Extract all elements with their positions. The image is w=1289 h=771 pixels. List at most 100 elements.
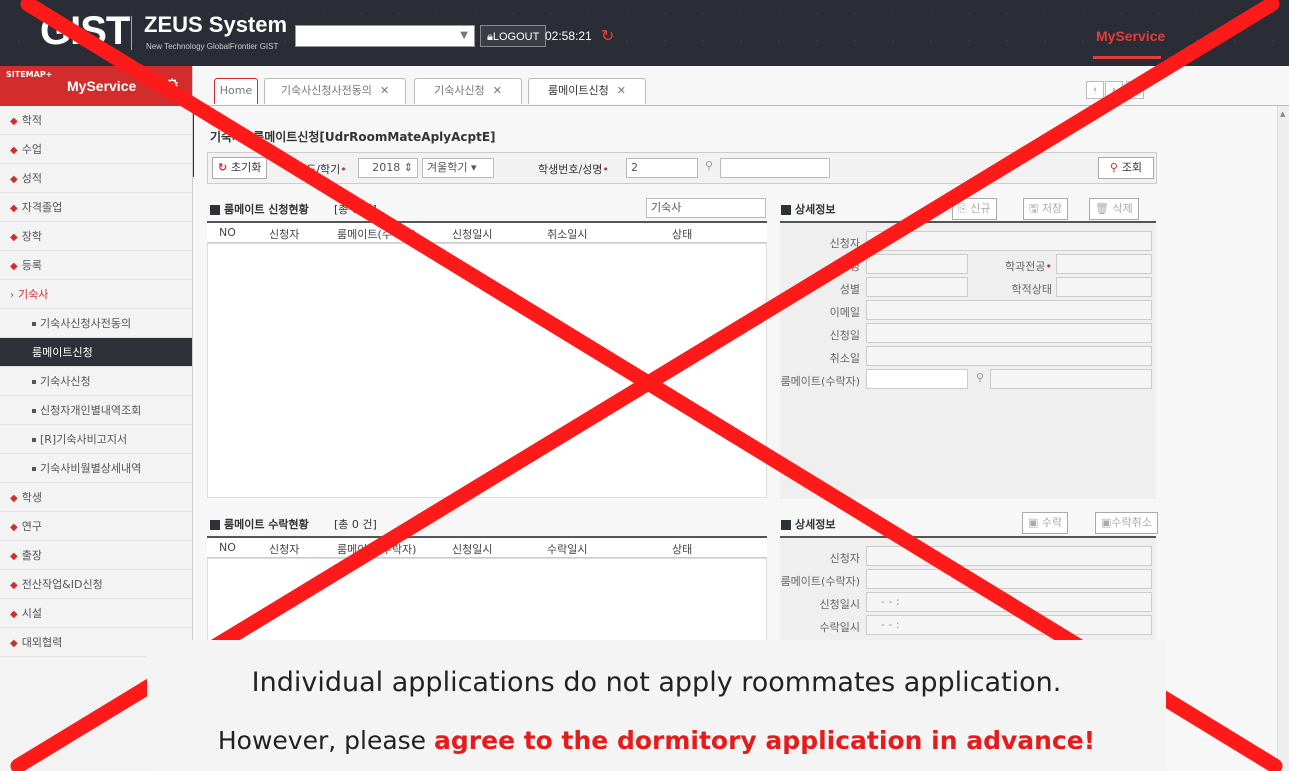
vertical-scrollbar[interactable]: ▲ [1277, 106, 1289, 771]
search-bar: ↻ 초기화 년도/학기• 2018 ⇕ 겨울학기 ▾ 학생번호/성명• 2 ⚲ … [207, 152, 1157, 184]
sidebar-item-label: 학적 [21, 114, 42, 127]
sidebar-subitem-monthly-detail[interactable]: 기숙사비월별상세내역 [0, 454, 192, 483]
tab-dorm-apply[interactable]: 기숙사신청 ✕ [414, 78, 522, 104]
sidebar-item-graduation[interactable]: ◆ 자격졸업 [0, 193, 192, 222]
sidebar-subitem-dorm-bill[interactable]: [R]기숙사비고지서 [0, 425, 192, 454]
close-icon[interactable]: ✕ [617, 84, 626, 97]
accept-button[interactable]: ▣ 수락 [1022, 512, 1069, 534]
close-icon[interactable]: ✕ [493, 84, 502, 97]
nav-myservice[interactable]: MyService [1096, 28, 1165, 44]
reset-button[interactable]: ↻ 초기화 [212, 157, 268, 179]
col-accept-date[interactable]: 수락일시 [547, 541, 587, 557]
accept-detail-title-text: 상세정보 [795, 518, 836, 531]
accept-grid-header: NO 신청자 룸메이트(수락자) 신청일시 수락일시 상태 [207, 536, 767, 558]
col-status[interactable]: 상태 [672, 226, 692, 242]
col-applicant[interactable]: 신청자 [269, 541, 299, 557]
year-semester-label: 년도/학기• [296, 161, 347, 177]
roommate-input[interactable] [866, 369, 968, 389]
col-roommate[interactable]: 룸메이트(수락자) [337, 541, 416, 557]
gear-icon[interactable]: ⚙ [165, 75, 179, 94]
student-id-label-text: 학생번호/성명 [538, 163, 603, 176]
sidebar-item-student[interactable]: ◆ 학생 [0, 483, 192, 512]
search-icon[interactable]: ⚲ [972, 371, 984, 384]
sidebar-subitem-applicant-history[interactable]: 신청자개인별내역조회 [0, 396, 192, 425]
chevron-down-icon: ▼ [460, 30, 468, 41]
top-header: GIST ZEUS System New Technology GlobalFr… [0, 0, 1289, 66]
tab-prev-button[interactable]: ‹ [1086, 81, 1104, 99]
accept-count: [총 0 건] [334, 516, 377, 532]
search-icon[interactable]: ⚲ [705, 159, 713, 172]
tab-list-button[interactable]: ≡ [1126, 81, 1144, 99]
sidebar-item-label: 전산작업&ID신청 [21, 578, 103, 591]
student-id-input[interactable]: 2 [626, 158, 698, 178]
bullet-icon: ◆ [10, 116, 18, 127]
user-role-select[interactable]: ▼ [295, 25, 475, 47]
gist-logo[interactable]: GIST [40, 9, 130, 54]
sidebar-item-dormitory[interactable]: › 기숙사 [0, 280, 192, 309]
sidebar-subitem-dorm-apply[interactable]: 기숙사신청 [0, 367, 192, 396]
label-department-text: 학과전공 [1005, 260, 1046, 273]
required-mark: • [602, 163, 609, 176]
sidebar-item-trip[interactable]: ◆ 출장 [0, 541, 192, 570]
label-accept-datetime: 수락일시 [819, 621, 860, 634]
year-stepper[interactable]: 2018 ⇕ [358, 158, 418, 178]
accept-applicant-field [866, 546, 1152, 566]
search-button[interactable]: ⚲ 조회 [1098, 157, 1154, 179]
sidebar-item-label: 시설 [21, 607, 42, 620]
bullet-icon: ◆ [10, 522, 18, 533]
tab-home[interactable]: Home [214, 78, 258, 104]
square-bullet-icon [32, 322, 36, 326]
save-button[interactable]: 🖫︎ 저장 [1023, 198, 1069, 220]
sidebar-item-facility[interactable]: ◆ 시설 [0, 599, 192, 628]
refresh-icon[interactable]: ↻ [601, 26, 614, 45]
delete-button[interactable]: 🗑︎ 삭제 [1089, 198, 1139, 220]
stepper-icon[interactable]: ⇕ [404, 161, 413, 174]
sidebar-item-scholarship[interactable]: ◆ 장학 [0, 222, 192, 251]
sidebar-item-label: 출장 [21, 549, 42, 562]
sidebar-item-classes[interactable]: ◆ 수업 [0, 135, 192, 164]
col-cancel-date[interactable]: 취소일시 [547, 226, 587, 242]
notice-line-2-highlight: agree to the dormitory application in ad… [434, 726, 1096, 755]
col-no[interactable]: NO [219, 226, 236, 239]
dorm-select[interactable]: 기숙사 [646, 198, 766, 218]
sidebar-subitem-dorm-consent[interactable]: 기숙사신청사전동의 [0, 309, 192, 338]
sidebar-item-research[interactable]: ◆ 연구 [0, 512, 192, 541]
sidebar-item-grades[interactable]: ◆ 성적 [0, 164, 192, 193]
sidebar-item-academic[interactable]: ◆ 학적 [0, 106, 192, 135]
square-bullet-icon [32, 467, 36, 471]
semester-select[interactable]: 겨울학기 ▾ [422, 158, 494, 178]
col-apply-date[interactable]: 신청일시 [452, 226, 492, 242]
tab-next-button[interactable]: › [1105, 81, 1123, 99]
section-marker [781, 520, 791, 530]
sitemap-link[interactable]: SITEMAP+ [6, 70, 52, 79]
logout-button[interactable]: 🔒︎LOGOUT [480, 25, 547, 47]
apply-grid-body[interactable] [207, 243, 767, 498]
sidebar-subitem-roommate[interactable]: 룸메이트신청 [0, 338, 192, 367]
col-status[interactable]: 상태 [672, 541, 692, 557]
col-apply-date[interactable]: 신청일시 [452, 541, 492, 557]
tab-roommate[interactable]: 룸메이트신청 ✕ [528, 78, 646, 104]
col-applicant[interactable]: 신청자 [269, 226, 299, 242]
cancel-accept-label: 수락취소 [1111, 516, 1152, 529]
new-button[interactable]: ⎘ 신규 [952, 198, 997, 220]
department-field [1056, 254, 1152, 274]
label-applicant: 신청자 [829, 237, 860, 250]
sidebar-item-registration[interactable]: ◆ 등록 [0, 251, 192, 280]
scroll-up-icon[interactable]: ▲ [1280, 110, 1285, 118]
tab-dorm-consent[interactable]: 기숙사신청사전동의 ✕ [264, 78, 406, 104]
cancel-accept-button[interactable]: ▣수락취소 [1095, 512, 1158, 534]
semester-value: 겨울학기 [427, 161, 468, 174]
sidebar-item-label: 기숙사 [18, 288, 49, 301]
year-value: 2018 [372, 161, 401, 174]
section-marker [210, 205, 220, 215]
col-roommate[interactable]: 룸메이트(수락자) [337, 226, 416, 242]
nav-active-underline [1093, 56, 1161, 59]
col-no[interactable]: NO [219, 541, 236, 554]
close-icon[interactable]: ✕ [380, 84, 389, 97]
page-title: 기숙사>룸메이트신청[UdrRoomMateAplyAcptE] [210, 130, 496, 144]
student-id-label: 학생번호/성명• [538, 161, 609, 177]
sidebar-item-it-request[interactable]: ◆ 전산작업&ID신청 [0, 570, 192, 599]
applicant-field [866, 231, 1152, 251]
email-field [866, 300, 1152, 320]
academic-status-field [1056, 277, 1152, 297]
